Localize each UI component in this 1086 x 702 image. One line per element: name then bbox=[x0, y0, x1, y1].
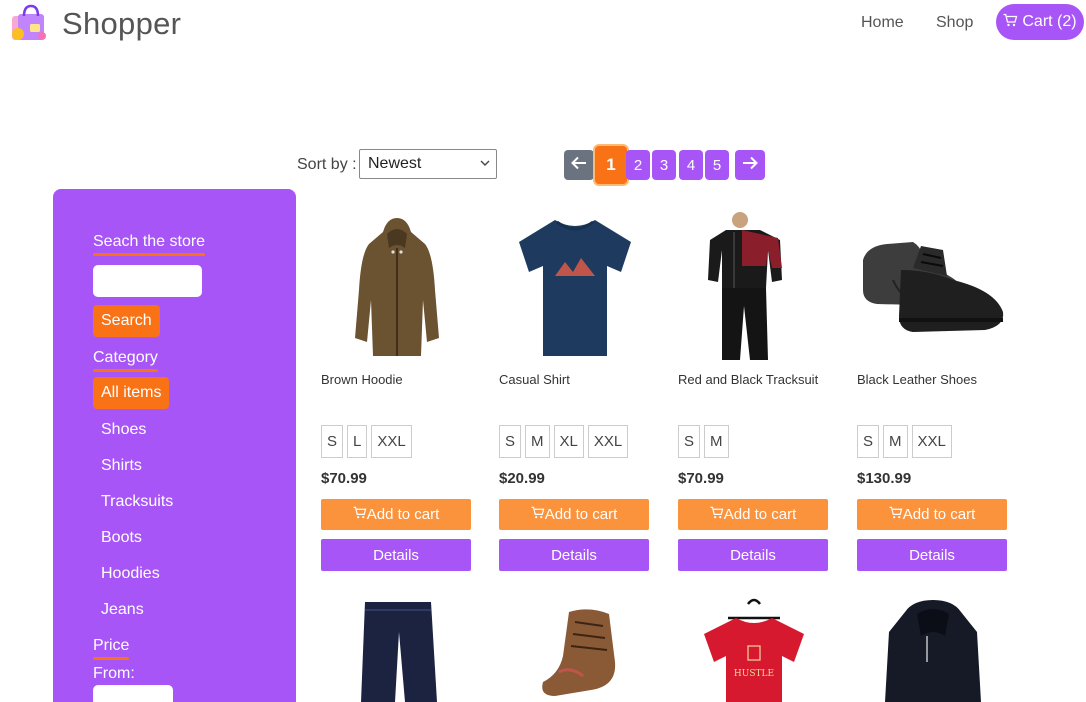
details-button[interactable]: Details bbox=[321, 539, 471, 571]
chevron-down-icon bbox=[480, 157, 490, 171]
size-options: S M XXL bbox=[857, 425, 952, 458]
nav-home-link[interactable]: Home bbox=[861, 14, 904, 32]
sort-label: Sort by : bbox=[297, 156, 357, 173]
shirt-print-text: HUSTLE bbox=[734, 669, 774, 679]
nav-shop-link[interactable]: Shop bbox=[936, 14, 973, 32]
size-option[interactable]: XXL bbox=[911, 425, 952, 458]
size-option[interactable]: XXL bbox=[371, 425, 412, 458]
add-to-cart-label: Add to cart bbox=[723, 506, 797, 523]
product-price: $130.99 bbox=[857, 470, 912, 487]
page-2-button[interactable]: 2 bbox=[626, 150, 650, 180]
size-option[interactable]: S bbox=[678, 425, 701, 458]
arrow-right-icon bbox=[742, 156, 758, 174]
size-option[interactable]: M bbox=[704, 425, 729, 458]
category-tracksuits[interactable]: Tracksuits bbox=[101, 493, 173, 511]
shopping-bag-logo-icon[interactable] bbox=[8, 4, 50, 44]
product-name: Red and Black Tracksuit bbox=[678, 372, 819, 387]
category-shoes[interactable]: Shoes bbox=[101, 421, 146, 439]
sort-value: Newest bbox=[368, 155, 422, 172]
price-heading: Price bbox=[93, 637, 130, 660]
size-options: S M XL XXL bbox=[499, 425, 629, 458]
product-image-brown-boot[interactable] bbox=[499, 592, 651, 702]
size-option[interactable]: XL bbox=[553, 425, 584, 458]
add-to-cart-button[interactable]: Add to cart bbox=[321, 499, 471, 530]
size-option[interactable]: XXL bbox=[587, 425, 629, 458]
add-to-cart-label: Add to cart bbox=[366, 506, 440, 523]
prev-page-button[interactable] bbox=[564, 150, 594, 180]
product-image-black-leather-shoes[interactable] bbox=[857, 210, 1009, 362]
product-image-casual-shirt[interactable] bbox=[499, 210, 651, 362]
cart-icon bbox=[1003, 13, 1018, 32]
search-input[interactable] bbox=[93, 265, 202, 297]
category-hoodies[interactable]: Hoodies bbox=[101, 565, 160, 583]
category-jeans[interactable]: Jeans bbox=[101, 601, 144, 619]
search-button[interactable]: Search bbox=[93, 305, 160, 337]
product-price: $70.99 bbox=[321, 470, 367, 487]
arrow-left-icon bbox=[571, 156, 587, 174]
add-to-cart-label: Add to cart bbox=[544, 506, 618, 523]
page-1-button[interactable]: 1 bbox=[595, 146, 627, 184]
size-option[interactable]: S bbox=[857, 425, 880, 458]
cart-icon bbox=[531, 506, 545, 523]
size-option[interactable]: S bbox=[499, 425, 522, 458]
sort-select[interactable]: Newest bbox=[359, 149, 497, 179]
details-button[interactable]: Details bbox=[857, 539, 1007, 571]
product-image-brown-hoodie[interactable] bbox=[321, 210, 473, 362]
size-option[interactable]: M bbox=[525, 425, 550, 458]
product-image-red-black-tracksuit[interactable] bbox=[678, 210, 830, 362]
product-name: Black Leather Shoes bbox=[857, 372, 977, 387]
product-image-red-tshirt[interactable]: HUSTLE bbox=[678, 592, 830, 702]
size-options: S M bbox=[678, 425, 729, 458]
size-option[interactable]: L bbox=[347, 425, 368, 458]
add-to-cart-button[interactable]: Add to cart bbox=[678, 499, 828, 530]
category-boots[interactable]: Boots bbox=[101, 529, 142, 547]
next-page-button[interactable] bbox=[735, 150, 765, 180]
product-price: $70.99 bbox=[678, 470, 724, 487]
product-name: Casual Shirt bbox=[499, 372, 570, 387]
category-all-items[interactable]: All items bbox=[93, 377, 170, 409]
size-option[interactable]: M bbox=[883, 425, 908, 458]
category-shirts[interactable]: Shirts bbox=[101, 457, 142, 475]
search-heading: Seach the store bbox=[93, 233, 206, 256]
page-4-button[interactable]: 4 bbox=[679, 150, 703, 180]
details-button[interactable]: Details bbox=[499, 539, 649, 571]
size-options: S L XXL bbox=[321, 425, 412, 458]
cart-button[interactable]: Cart (2) bbox=[996, 4, 1084, 40]
product-name: Brown Hoodie bbox=[321, 372, 403, 387]
page-3-button[interactable]: 3 bbox=[652, 150, 676, 180]
price-from-label: From: bbox=[93, 665, 135, 682]
filter-sidebar: Seach the store Search Category All item… bbox=[53, 189, 296, 702]
cart-label: Cart (2) bbox=[1022, 13, 1077, 30]
size-option[interactable]: S bbox=[321, 425, 344, 458]
brand-name[interactable]: Shopper bbox=[62, 6, 181, 42]
cart-icon bbox=[710, 506, 724, 523]
price-from-input[interactable] bbox=[93, 685, 173, 702]
cart-icon bbox=[353, 506, 367, 523]
category-heading: Category bbox=[93, 349, 158, 372]
product-image-black-hoodie[interactable] bbox=[857, 592, 1009, 702]
cart-icon bbox=[889, 506, 903, 523]
add-to-cart-button[interactable]: Add to cart bbox=[499, 499, 649, 530]
details-button[interactable]: Details bbox=[678, 539, 828, 571]
product-price: $20.99 bbox=[499, 470, 545, 487]
product-image-jeans[interactable] bbox=[321, 592, 473, 702]
page-5-button[interactable]: 5 bbox=[705, 150, 729, 180]
add-to-cart-label: Add to cart bbox=[902, 506, 976, 523]
add-to-cart-button[interactable]: Add to cart bbox=[857, 499, 1007, 530]
